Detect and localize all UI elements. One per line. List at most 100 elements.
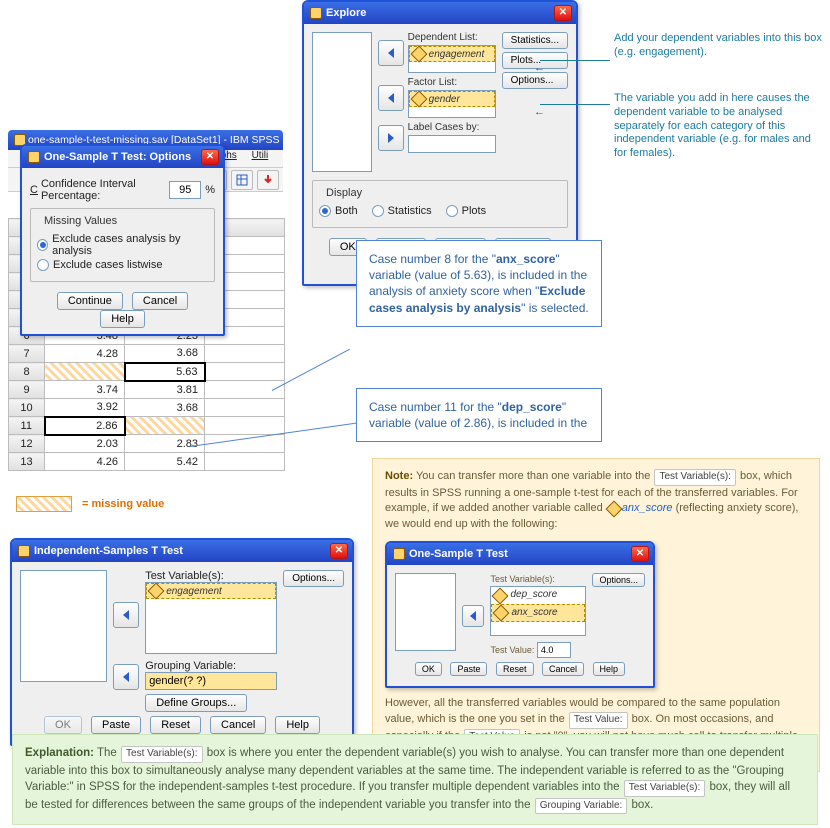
cancel-button[interactable]: Cancel (542, 662, 584, 676)
row-number[interactable]: 11 (9, 417, 45, 435)
row-number[interactable]: 13 (9, 453, 45, 471)
continue-button[interactable]: Continue (57, 292, 123, 310)
cell[interactable]: 2.83 (125, 435, 205, 453)
options-titlebar[interactable]: One-Sample T Test: Options ✕ (22, 146, 223, 168)
cell[interactable] (205, 399, 285, 417)
ind-side-buttons: Options... (283, 570, 344, 712)
display-stats-radio[interactable]: Statistics (372, 205, 432, 217)
var-engagement[interactable]: engagement (409, 46, 495, 62)
reset-button[interactable]: Reset (150, 716, 201, 734)
row-number[interactable]: 9 (9, 381, 45, 399)
var-dep-score[interactable]: dep_score (491, 587, 585, 604)
explore-titlebar[interactable]: Explore ✕ (304, 2, 576, 24)
label-cases-label: Label Cases by: (408, 122, 496, 133)
cell[interactable] (205, 363, 285, 381)
mv-listwise-radio[interactable]: Exclude cases listwise (37, 259, 208, 271)
explore-side-buttons: Statistics... Plots... Options... (502, 32, 568, 172)
cell[interactable]: 4.26 (45, 453, 125, 471)
cancel-button[interactable]: Cancel (210, 716, 266, 734)
paste-button[interactable]: Paste (450, 662, 487, 676)
toolbar-btn-3[interactable] (257, 170, 279, 190)
cell[interactable]: 2.86 (45, 417, 125, 435)
arrow-left-icon (466, 609, 480, 623)
explore-source-list[interactable] (312, 32, 372, 172)
dependent-list[interactable]: engagement (408, 45, 496, 73)
test-variables-list[interactable]: engagement (145, 582, 277, 654)
move-to-grouping-button[interactable] (113, 664, 139, 690)
factor-list[interactable]: gender (408, 90, 496, 118)
help-button[interactable]: Help (100, 310, 145, 328)
toolbar-btn-2[interactable] (231, 170, 253, 190)
cell[interactable] (205, 435, 285, 453)
table-row[interactable]: 74.283.68 (9, 345, 285, 363)
table-row[interactable]: 85.63 (9, 363, 285, 381)
display-group-label: Display (323, 187, 365, 199)
table-row[interactable]: 134.265.42 (9, 453, 285, 471)
cell[interactable]: 5.42 (125, 453, 205, 471)
display-plots-radio[interactable]: Plots (446, 205, 486, 217)
cell[interactable]: 5.63 (125, 363, 205, 381)
help-button[interactable]: Help (275, 716, 320, 734)
label-cases-input[interactable] (408, 135, 496, 153)
cancel-button[interactable]: Cancel (132, 292, 188, 310)
statistics-button[interactable]: Statistics... (502, 32, 568, 49)
cell[interactable]: 3.68 (125, 345, 205, 363)
cell[interactable]: 3.92 (45, 399, 125, 417)
close-icon[interactable]: ✕ (330, 543, 348, 559)
display-both-radio[interactable]: Both (319, 205, 358, 217)
mv-group-label: Missing Values (41, 215, 120, 227)
define-groups-button[interactable]: Define Groups... (145, 694, 247, 712)
move-to-label-button[interactable] (378, 125, 404, 151)
row-number[interactable]: 7 (9, 345, 45, 363)
os-titlebar[interactable]: One-Sample T Test ✕ (387, 543, 653, 565)
var-anx-score[interactable]: anx_score (491, 604, 585, 623)
os-test-variables-list[interactable]: dep_score anx_score (490, 586, 586, 636)
cell[interactable] (45, 363, 125, 381)
scale-icon (410, 46, 427, 63)
table-row[interactable]: 122.032.83 (9, 435, 285, 453)
move-to-factor-button[interactable] (378, 85, 404, 111)
note-case11: Case number 11 for the "dep_score" varia… (356, 388, 602, 442)
close-icon[interactable]: ✕ (201, 149, 219, 165)
cell[interactable] (205, 453, 285, 471)
close-icon[interactable]: ✕ (554, 5, 572, 21)
help-button[interactable]: Help (593, 662, 626, 676)
os-source-list[interactable] (395, 573, 456, 651)
options-button[interactable]: Options... (502, 72, 568, 89)
table-row[interactable]: 103.923.68 (9, 399, 285, 417)
ok-button[interactable]: OK (415, 662, 442, 676)
ci-input[interactable] (169, 181, 201, 199)
close-icon[interactable]: ✕ (631, 546, 649, 562)
row-number[interactable]: 8 (9, 363, 45, 381)
ind-titlebar[interactable]: Independent-Samples T Test ✕ (12, 540, 352, 562)
var-engagement[interactable]: engagement (146, 583, 276, 599)
row-number[interactable]: 12 (9, 435, 45, 453)
ind-source-list[interactable] (20, 570, 107, 682)
move-to-test-button[interactable] (462, 605, 484, 627)
row-number[interactable]: 10 (9, 399, 45, 417)
cell[interactable] (205, 417, 285, 435)
cell[interactable] (125, 417, 205, 435)
move-to-dependent-button[interactable] (378, 40, 404, 66)
table-row[interactable]: 93.743.81 (9, 381, 285, 399)
cell[interactable]: 3.74 (45, 381, 125, 399)
grouping-variable-input[interactable] (145, 672, 277, 690)
var-gender[interactable]: gender (409, 91, 495, 107)
cell[interactable]: 2.03 (45, 435, 125, 453)
paste-button[interactable]: Paste (91, 716, 141, 734)
ok-button[interactable]: OK (44, 716, 82, 734)
note-yellow: Note: You can transfer more than one var… (372, 458, 820, 772)
cell[interactable]: 3.81 (125, 381, 205, 399)
options-button[interactable]: Options... (592, 573, 645, 587)
cell[interactable]: 3.68 (125, 399, 205, 417)
cell[interactable]: 4.28 (45, 345, 125, 363)
table-row[interactable]: 112.86 (9, 417, 285, 435)
cell[interactable] (205, 345, 285, 363)
move-to-test-button[interactable] (113, 602, 139, 628)
reset-button[interactable]: Reset (496, 662, 534, 676)
test-value-input[interactable] (537, 642, 571, 658)
mv-analysis-radio[interactable]: Exclude cases analysis by analysis (37, 233, 208, 257)
ci-label-underline: C (30, 184, 38, 196)
menu-utilities[interactable]: Utili (252, 150, 269, 161)
options-button[interactable]: Options... (283, 570, 344, 587)
